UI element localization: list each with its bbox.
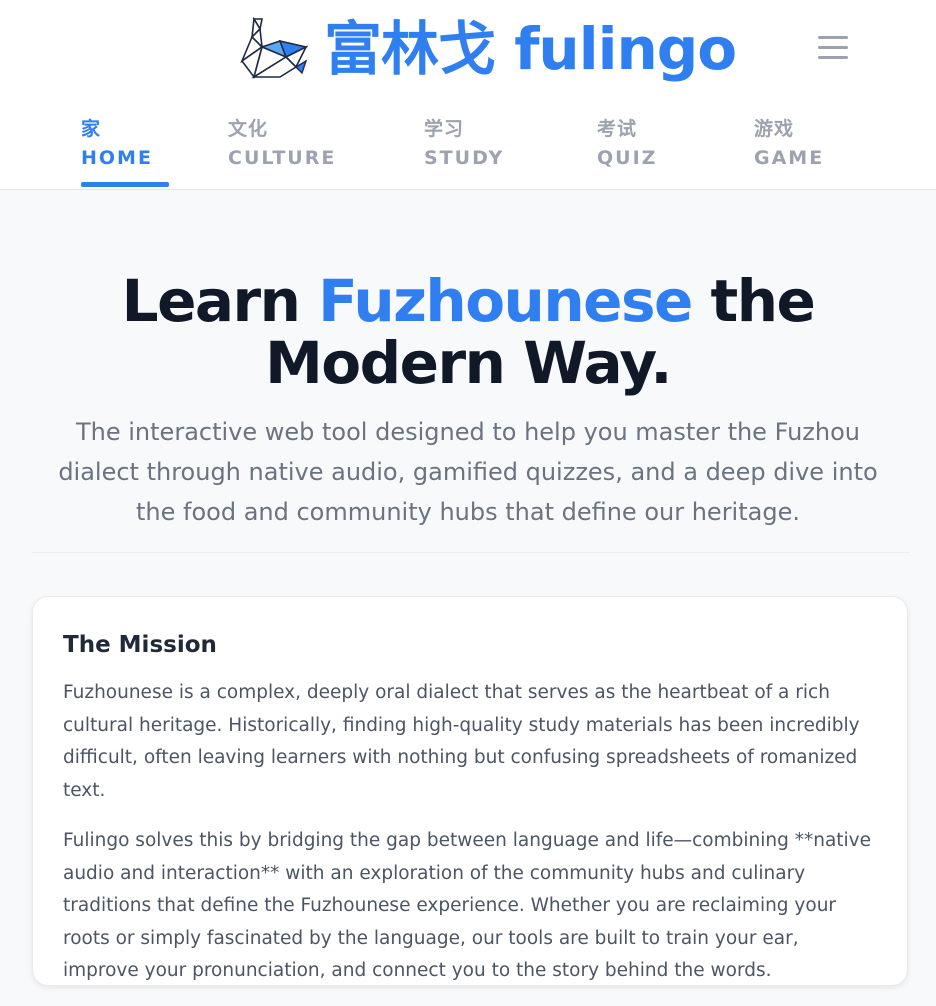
tab-label-en: QUIZ <box>597 147 658 169</box>
section-divider <box>32 552 910 553</box>
tab-label-zh: 游戏 <box>754 118 795 140</box>
hero-title-highlight: Fuzhounese <box>318 267 693 335</box>
tab-label-zh: 文化 <box>228 118 269 140</box>
tab-label-zh: 学习 <box>424 118 465 140</box>
brand-name: 富林戈 fulingo <box>324 15 737 83</box>
hero-subtitle: The interactive web tool designed to hel… <box>58 418 878 526</box>
hamburger-menu-icon[interactable] <box>818 36 848 62</box>
brand[interactable]: 富林戈 fulingo <box>240 14 737 84</box>
tab-label-en: HOME <box>81 147 153 169</box>
tab-label-en: GAME <box>754 147 825 169</box>
hero-section: Learn Fuzhounese the Modern Way. The int… <box>20 270 916 532</box>
menu-bar <box>818 56 848 59</box>
tab-label-en: CULTURE <box>228 147 337 169</box>
mission-card: The Mission Fuzhounese is a complex, dee… <box>32 596 908 986</box>
tab-game[interactable]: 游戏 GAME <box>754 112 824 170</box>
tab-study[interactable]: 学习 STUDY <box>424 112 504 170</box>
origami-swan-icon <box>240 17 308 79</box>
site-header: 富林戈 fulingo 家 HOME 文化 CULTURE 学习 STUDY 考… <box>0 0 936 190</box>
hero-title: Learn Fuzhounese the Modern Way. <box>20 270 916 394</box>
tab-label-en: STUDY <box>424 147 505 169</box>
mission-paragraph: Fulingo solves this by bridging the gap … <box>63 830 872 981</box>
menu-bar <box>818 46 848 49</box>
tab-culture[interactable]: 文化 CULTURE <box>228 112 336 170</box>
mission-heading: The Mission <box>63 632 217 658</box>
tab-quiz[interactable]: 考试 QUIZ <box>597 112 657 170</box>
mission-paragraph: Fuzhounese is a complex, deeply oral dia… <box>63 682 860 801</box>
tab-home[interactable]: 家 HOME <box>81 112 169 187</box>
menu-bar <box>818 36 848 39</box>
tab-label-zh: 考试 <box>597 118 638 140</box>
hero-title-pre: Learn <box>121 267 319 335</box>
tab-label-zh: 家 <box>81 118 102 140</box>
main-nav: 家 HOME 文化 CULTURE 学习 STUDY 考试 QUIZ 游戏 GA… <box>0 112 936 189</box>
